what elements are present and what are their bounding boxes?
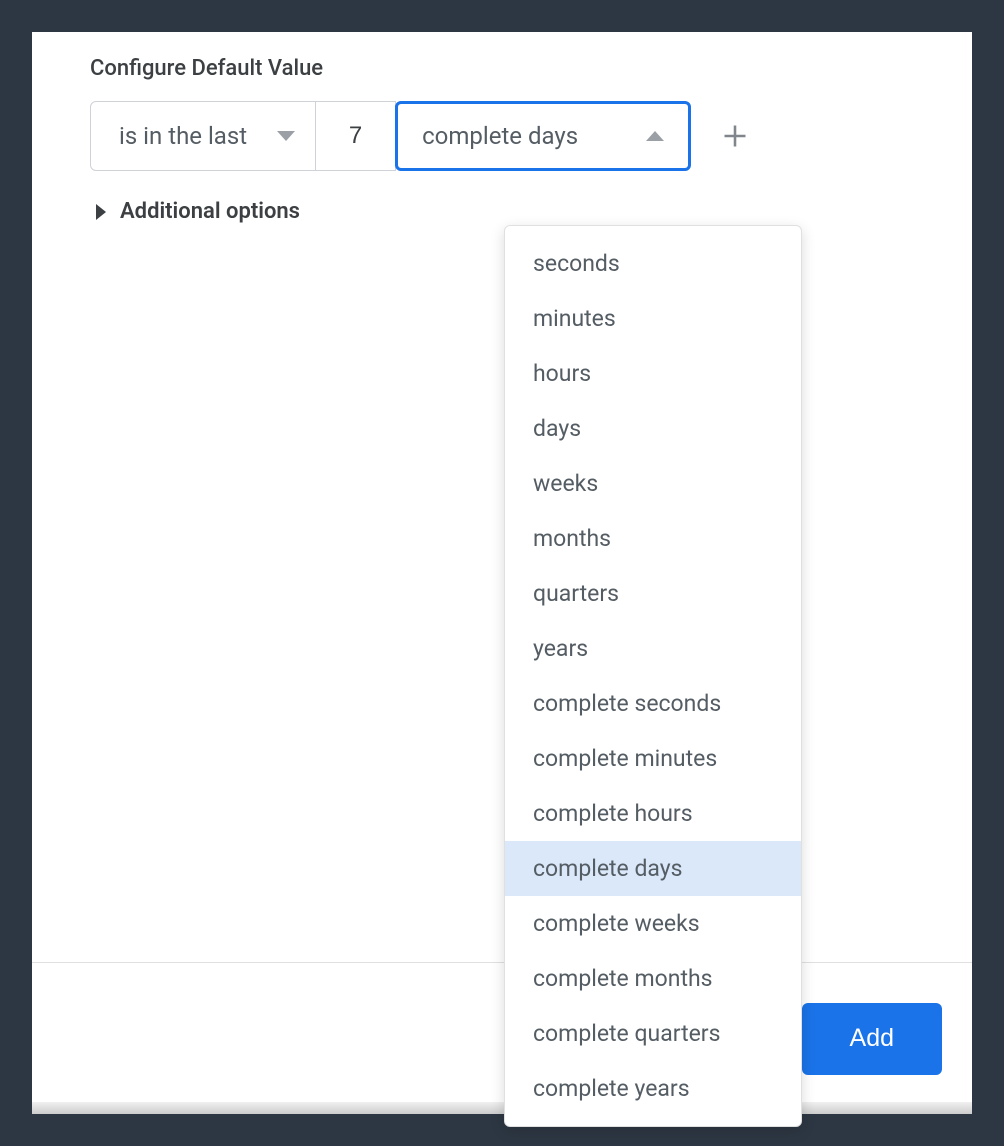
content-area: Configure Default Value is in the last c… <box>32 32 972 962</box>
add-filter-button[interactable] <box>721 122 749 150</box>
section-title: Configure Default Value <box>90 56 914 81</box>
filter-row: is in the last complete days <box>90 101 914 171</box>
value-input[interactable] <box>316 101 396 171</box>
unit-option[interactable]: complete months <box>505 951 801 1006</box>
additional-options-toggle[interactable]: Additional options <box>90 199 914 224</box>
unit-label: complete days <box>422 122 578 150</box>
operator-label: is in the last <box>119 122 247 150</box>
unit-option[interactable]: minutes <box>505 291 801 346</box>
unit-dropdown[interactable]: complete days <box>395 101 691 171</box>
add-button[interactable]: Add <box>802 1003 942 1075</box>
footer-shadow <box>32 1102 972 1114</box>
unit-option[interactable]: complete seconds <box>505 676 801 731</box>
operator-dropdown[interactable]: is in the last <box>90 101 316 171</box>
unit-option[interactable]: complete years <box>505 1061 801 1116</box>
triangle-right-icon <box>96 204 106 220</box>
unit-option[interactable]: hours <box>505 346 801 401</box>
additional-options-label: Additional options <box>120 199 300 224</box>
plus-icon <box>721 122 749 150</box>
chevron-down-icon <box>277 131 295 141</box>
unit-option[interactable]: weeks <box>505 456 801 511</box>
chevron-up-icon <box>646 131 664 141</box>
unit-option[interactable]: complete quarters <box>505 1006 801 1061</box>
unit-option[interactable]: seconds <box>505 236 801 291</box>
footer: Add <box>32 962 972 1114</box>
unit-option[interactable]: complete weeks <box>505 896 801 951</box>
unit-dropdown-menu: secondsminuteshoursdaysweeksmonthsquarte… <box>504 225 802 1127</box>
configure-panel: Configure Default Value is in the last c… <box>32 32 972 1114</box>
unit-option[interactable]: years <box>505 621 801 676</box>
unit-option[interactable]: complete days <box>505 841 801 896</box>
unit-option[interactable]: months <box>505 511 801 566</box>
unit-option[interactable]: complete minutes <box>505 731 801 786</box>
unit-option[interactable]: days <box>505 401 801 456</box>
unit-option[interactable]: quarters <box>505 566 801 621</box>
unit-option[interactable]: complete hours <box>505 786 801 841</box>
